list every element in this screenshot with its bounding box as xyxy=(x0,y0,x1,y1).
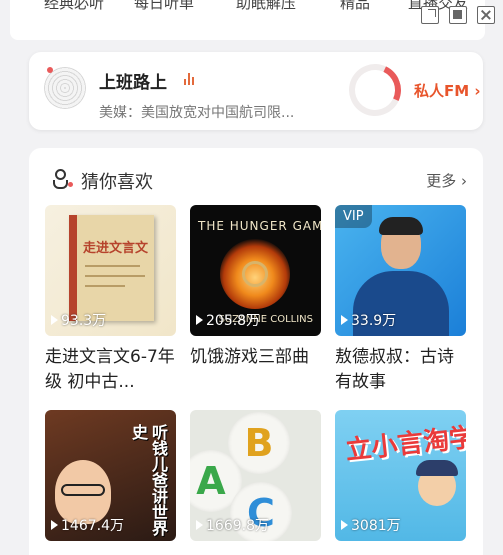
play-count: 1669.8万 xyxy=(196,515,269,535)
private-fm-label: 私人FM xyxy=(414,82,470,100)
play-icon xyxy=(196,315,203,325)
glasses-icon xyxy=(61,484,105,496)
play-icon xyxy=(51,315,58,325)
vinyl-disc-icon xyxy=(44,67,86,109)
category-tab[interactable]: 经典必听 xyxy=(44,0,104,13)
play-count: 3081万 xyxy=(341,515,401,535)
album-cover: B A C 1669.8万 xyxy=(190,410,321,541)
float-window-icon[interactable] xyxy=(421,6,439,24)
play-count: 33.9万 xyxy=(341,310,396,330)
album-cover: 立小言淘学记 3081万 xyxy=(335,410,466,541)
album-cover: 听钱儿爸讲世界史 1467.4万 xyxy=(45,410,176,541)
play-count: 1467.4万 xyxy=(51,515,124,535)
play-count: 93.3万 xyxy=(51,310,106,330)
play-icon xyxy=(196,520,203,530)
fm-title: 上班路上 xyxy=(99,73,167,93)
close-icon[interactable] xyxy=(477,6,495,24)
section-title: 猜你喜欢 xyxy=(81,172,153,193)
category-tab[interactable]: 每日听单 xyxy=(134,0,194,13)
private-fm-card[interactable]: 上班路上 美媒：美国放宽对中国航司限... 私人FM › xyxy=(29,52,483,130)
category-bar: 经典必听 每日听单 助眠解压 精品 直播交友 xyxy=(10,0,485,40)
fm-subtitle: 美媒：美国放宽对中国航司限... xyxy=(99,105,295,121)
album-cover: THE HUNGER GAMES SUZANNE COLLINS 205.8万 xyxy=(190,205,321,336)
audio-bars-icon xyxy=(184,71,198,85)
vip-badge: VIP xyxy=(335,205,372,228)
category-tab[interactable]: 精品 xyxy=(340,0,370,13)
album-cover: VIP 33.9万 xyxy=(335,205,466,336)
play-count: 205.8万 xyxy=(196,310,260,330)
album-cover: 走进文言文 93.3万 xyxy=(45,205,176,336)
album-title: 饥饿游戏三部曲 xyxy=(190,347,309,367)
album-title: 敖德叔叔：古诗有故事 xyxy=(335,347,454,392)
status-dot xyxy=(47,67,53,73)
private-fm-link[interactable]: 私人FM › xyxy=(414,80,481,101)
more-button[interactable]: 更多 › xyxy=(426,170,467,191)
album-title: 走进文言文6-7年级 初中古... xyxy=(45,347,175,392)
user-icon xyxy=(53,169,73,189)
minimize-icon[interactable] xyxy=(449,6,467,24)
play-icon xyxy=(341,520,348,530)
chevron-right-icon: › xyxy=(474,82,481,100)
recommend-panel: 猜你喜欢 更多 › 走进文言文 93.3万 走进文言文6-7年级 初中古... … xyxy=(29,148,483,555)
category-tab[interactable]: 助眠解压 xyxy=(236,0,296,13)
play-icon xyxy=(51,520,58,530)
more-label: 更多 xyxy=(426,172,457,190)
play-icon xyxy=(341,315,348,325)
mockingjay-icon xyxy=(242,261,268,287)
chevron-right-icon: › xyxy=(461,172,467,190)
